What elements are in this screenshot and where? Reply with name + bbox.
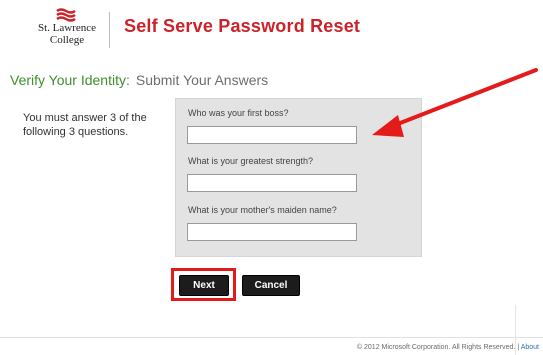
page-footer: © 2012 Microsoft Corporation. All Rights…	[357, 344, 539, 351]
footer-separator: |	[517, 344, 520, 351]
question-2-answer-input[interactable]	[187, 174, 357, 192]
question-2-label: What is your greatest strength?	[188, 156, 314, 166]
question-1-label: Who was your first boss?	[188, 108, 289, 118]
page-title: Self Serve Password Reset	[124, 16, 361, 36]
logo-text: St. Lawrence College	[26, 22, 108, 46]
page-header: St. Lawrence College Self Serve Password…	[0, 0, 543, 62]
copyright-text: © 2012 Microsoft Corporation. All Rights…	[356, 344, 516, 351]
instructions-text: You must answer 3 of the following 3 que…	[23, 112, 147, 138]
annotation-arrow-icon	[372, 68, 538, 137]
question-3-answer-input[interactable]	[187, 223, 357, 241]
logo-text-line1: St. Lawrence	[37, 22, 97, 34]
footer-divider	[0, 337, 543, 338]
password-reset-page: St. Lawrence College Self Serve Password…	[0, 0, 543, 355]
header-divider	[109, 12, 110, 48]
logo-wave-icon	[56, 8, 76, 22]
step-heading: Verify Your Identity: Submit Your Answers	[10, 72, 268, 88]
next-button[interactable]: Next	[179, 275, 229, 296]
cancel-button[interactable]: Cancel	[242, 275, 300, 296]
step-subtitle: Submit Your Answers	[135, 72, 269, 88]
about-link[interactable]: About	[521, 344, 539, 351]
college-logo: St. Lawrence College	[26, 8, 108, 52]
step-title: Verify Your Identity:	[10, 72, 130, 88]
question-3-label: What is your mother's maiden name?	[188, 205, 337, 215]
logo-text-line2: College	[49, 34, 85, 46]
question-1-answer-input[interactable]	[187, 126, 357, 144]
